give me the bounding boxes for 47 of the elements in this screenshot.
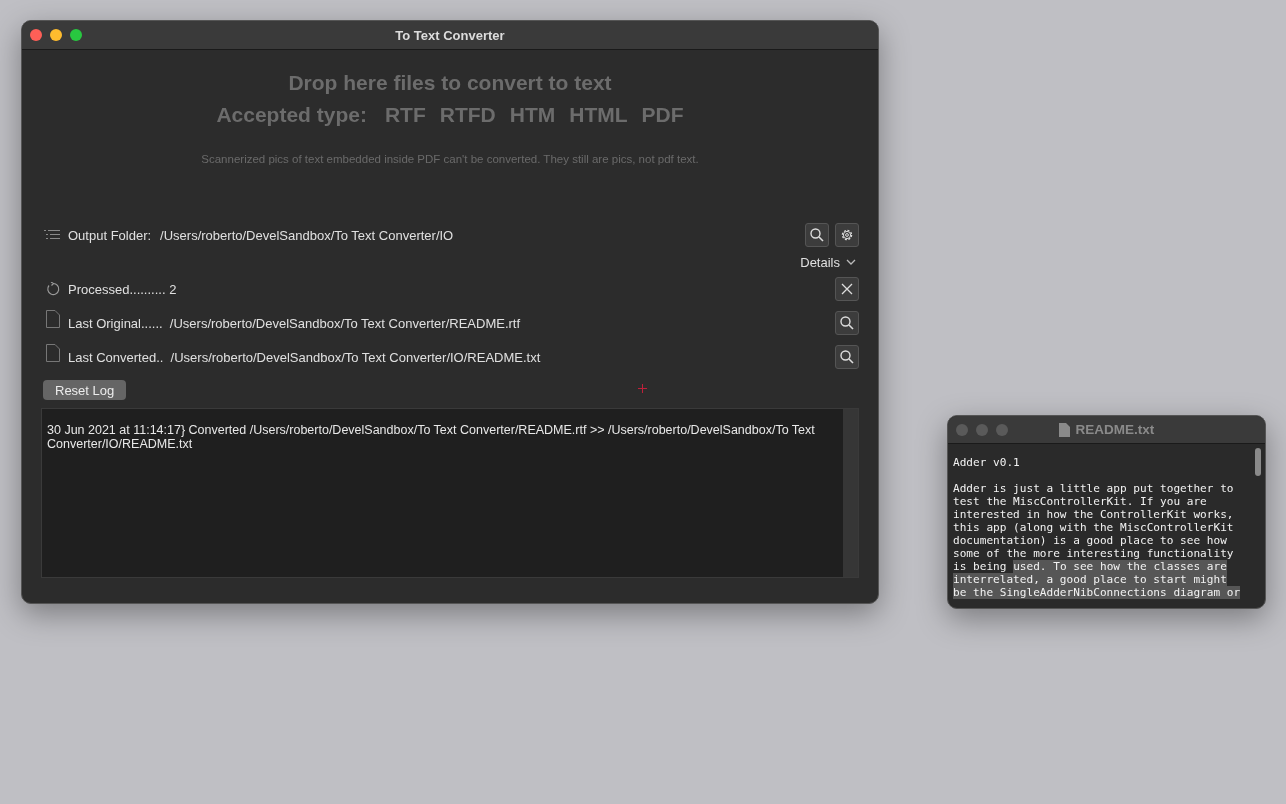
- search-icon: [810, 228, 824, 242]
- settings-button[interactable]: [835, 223, 859, 247]
- text-line: interested in how the ControllerKit works,: [953, 508, 1234, 521]
- accepted-label: Accepted type:: [216, 103, 367, 127]
- text-line: Adder v0.1: [953, 456, 1020, 469]
- chevron-icon: [846, 259, 856, 265]
- search-button[interactable]: [805, 223, 829, 247]
- close-icon: [841, 283, 853, 295]
- close-button[interactable]: [30, 29, 42, 41]
- text-line: is being: [953, 560, 1008, 573]
- search-button[interactable]: [835, 311, 859, 335]
- text-line: Adder is just a little app put together to: [953, 482, 1234, 495]
- file-type: PDF: [641, 103, 684, 127]
- file-type: HTM: [509, 103, 556, 127]
- settings-icon: [840, 228, 854, 242]
- reset-log-button[interactable]: Reset Log: [43, 380, 127, 400]
- document-icon: [1058, 422, 1070, 437]
- window-title: To Text Converter: [395, 27, 505, 43]
- file-type: RTF: [384, 103, 426, 127]
- output-folder-label: Output Folder:: [68, 227, 152, 243]
- document-icon: [46, 344, 60, 362]
- status-text: Processed.......... 2: [68, 281, 177, 297]
- file-type: RTFD: [439, 103, 496, 127]
- search-icon: [840, 350, 854, 364]
- clear-button[interactable]: [835, 277, 859, 301]
- text-line: test the MiscControllerKit. If you are: [953, 495, 1207, 508]
- output-folder-path: /Users/roberto/DevelSandbox/To Text Converter/IO: [160, 227, 454, 243]
- search-button[interactable]: [835, 345, 859, 369]
- status-text: Last Converted.. /Users/roberto/DevelSandbox/To Text Converter/IO/README.txt: [68, 349, 541, 365]
- crosshair-icon: [638, 384, 647, 393]
- file-type: HTML: [569, 103, 628, 127]
- refresh-icon: [46, 282, 60, 296]
- document-icon: [46, 310, 60, 328]
- zoom-button[interactable]: [70, 29, 82, 41]
- search-icon: [840, 316, 854, 330]
- status-text: Last Original...... /Users/roberto/DevelSandbox/To Text Converter/README.rtf: [68, 315, 521, 331]
- minimize-button[interactable]: [50, 29, 62, 41]
- details-toggle[interactable]: Details: [800, 252, 859, 272]
- log-text: 30 Jun 2021 at 11:14:17} Converted /Users/roberto/DevelSandbox/To Text Converter/README.rtf >> /Users/roberto/DevelSandbox/To Text Converter/IO/README.txt: [46, 422, 816, 453]
- drop-heading: Drop here files to convert to text: [287, 71, 613, 95]
- scrollbar-thumb[interactable]: [1255, 448, 1261, 476]
- text-line: documentation) is a good place to see how: [953, 534, 1227, 547]
- list-icon: [44, 229, 60, 241]
- text-line: this app (along with the MiscControllerKit: [953, 521, 1234, 534]
- window-title: README.txt: [1075, 422, 1155, 437]
- text-line: some of the more interesting functionality: [953, 547, 1234, 560]
- scrollbar[interactable]: [843, 409, 858, 577]
